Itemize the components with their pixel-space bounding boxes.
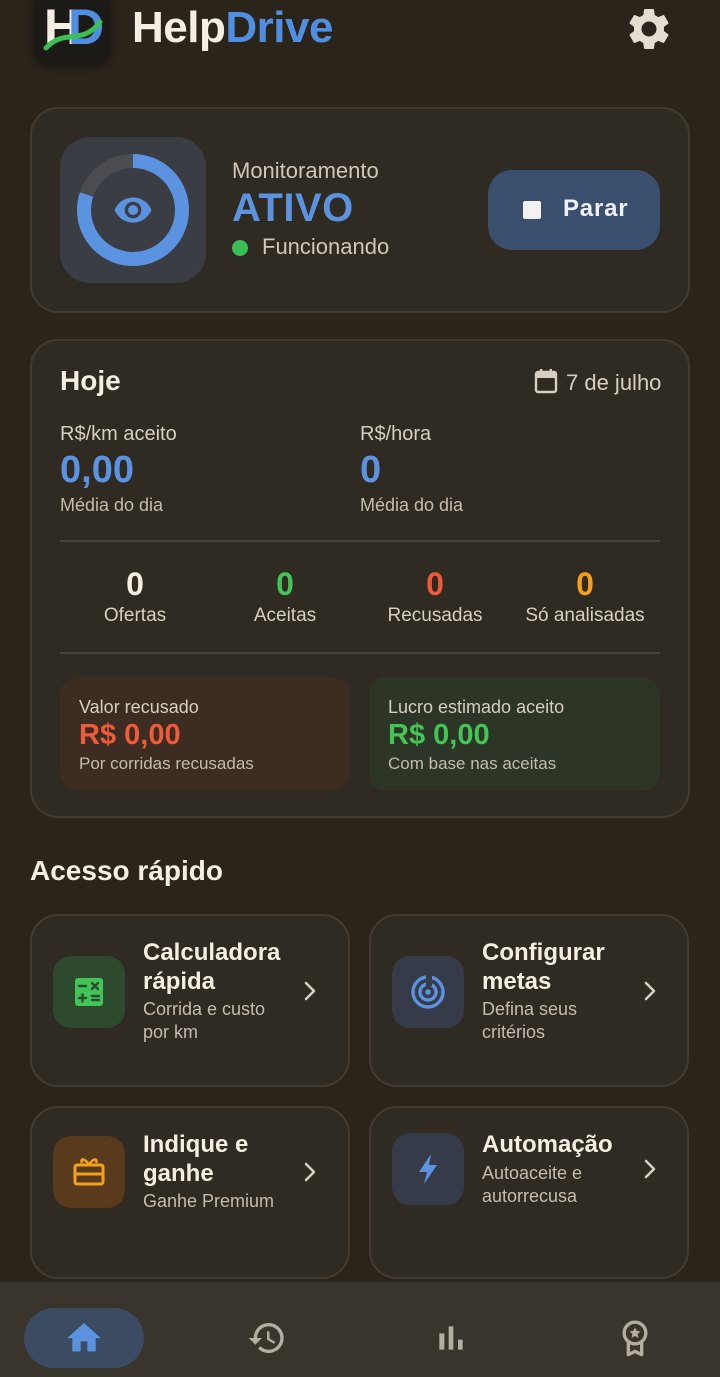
monitor-label: Monitoramento <box>232 158 379 183</box>
tile-calculator-sub: Corrida e custo <box>143 999 266 1019</box>
divider <box>60 540 660 542</box>
monitor-substatus: Funcionando <box>262 234 390 259</box>
kpi-label: R$/hora <box>360 423 432 445</box>
kpi-sub: Média do dia <box>60 495 164 515</box>
calculator-icon <box>53 956 125 1028</box>
kpi-label: R$/km aceito <box>60 423 177 445</box>
today-date-text: 7 de julho <box>566 369 662 395</box>
tile-referral-title: Indique e <box>143 1131 249 1158</box>
today-title: Hoje <box>60 365 121 396</box>
chevron-right-icon <box>638 979 662 1003</box>
gear-icon[interactable] <box>624 4 674 54</box>
profit-label: Lucro estimado aceito <box>388 697 565 717</box>
eye-icon <box>114 197 152 223</box>
award-icon[interactable] <box>615 1318 655 1358</box>
tile-goals-title: metas <box>482 968 552 995</box>
stat-refused-label: Recusadas <box>387 605 483 626</box>
tile-goals-sub: Defina seus <box>482 999 578 1019</box>
tile-goals-title: Configurar <box>482 939 605 966</box>
stop-button-label: Parar <box>563 195 629 222</box>
calendar-icon <box>534 368 558 400</box>
stat-offers-value: 0 <box>126 566 144 602</box>
tile-calculator-sub: por km <box>143 1022 199 1042</box>
stat-analyzed-label: Só analisadas <box>525 605 645 626</box>
chevron-right-icon <box>298 979 322 1003</box>
brand-part-drive: Drive <box>225 3 333 52</box>
quick-access-title: Acesso rápido <box>30 855 223 886</box>
stat-offers-label: Ofertas <box>103 605 167 626</box>
refused-label: Valor recusado <box>79 697 199 717</box>
stat-analyzed-value: 0 <box>576 566 594 602</box>
stat-accepted-label: Aceitas <box>253 605 317 626</box>
chevron-right-icon <box>298 1160 322 1184</box>
stat-refused-value: 0 <box>426 566 444 602</box>
brand-part-help: Help <box>132 3 226 52</box>
refused-value: R$ 0,00 <box>79 719 181 751</box>
monitor-ring-box <box>60 137 206 283</box>
home-icon[interactable] <box>64 1318 104 1358</box>
kpi-value: 0 <box>360 449 382 491</box>
tile-referral-sub: Ganhe Premium <box>143 1191 275 1211</box>
divider <box>60 652 660 654</box>
stat-accepted-value: 0 <box>276 566 294 602</box>
target-icon <box>392 956 464 1028</box>
tile-automation-title: Automação <box>482 1131 613 1158</box>
tile-calculator-title: rápida <box>143 968 216 995</box>
kpi-sub: Média do dia <box>360 495 464 515</box>
tile-goals-sub: critérios <box>482 1022 546 1042</box>
profit-value: R$ 0,00 <box>388 719 490 751</box>
brand-title: HelpDrive <box>132 2 333 54</box>
tile-automation-sub: Autoaceite e <box>482 1163 583 1183</box>
chevron-right-icon <box>638 1157 662 1181</box>
tile-automation-sub: autorrecusa <box>482 1186 578 1206</box>
stop-icon <box>523 201 541 219</box>
stop-button[interactable]: Parar <box>488 170 660 250</box>
history-icon[interactable] <box>247 1318 287 1358</box>
refused-sub: Por corridas recusadas <box>79 754 254 773</box>
bar-chart-icon[interactable] <box>431 1318 471 1358</box>
status-dot <box>232 240 248 256</box>
monitor-progress-ring <box>77 154 189 266</box>
svg-text:D: D <box>68 0 104 55</box>
gift-icon <box>53 1136 125 1208</box>
monitor-status: ATIVO <box>232 186 354 230</box>
tile-referral-title: ganhe <box>143 1160 214 1187</box>
kpi-value: 0,00 <box>60 449 134 491</box>
profit-sub: Com base nas aceitas <box>388 754 557 773</box>
today-date: 7 de julho <box>534 368 661 400</box>
tile-calculator-title: Calculadora <box>143 939 281 966</box>
app-logo-icon: H D <box>34 0 110 64</box>
bolt-icon <box>392 1133 464 1205</box>
